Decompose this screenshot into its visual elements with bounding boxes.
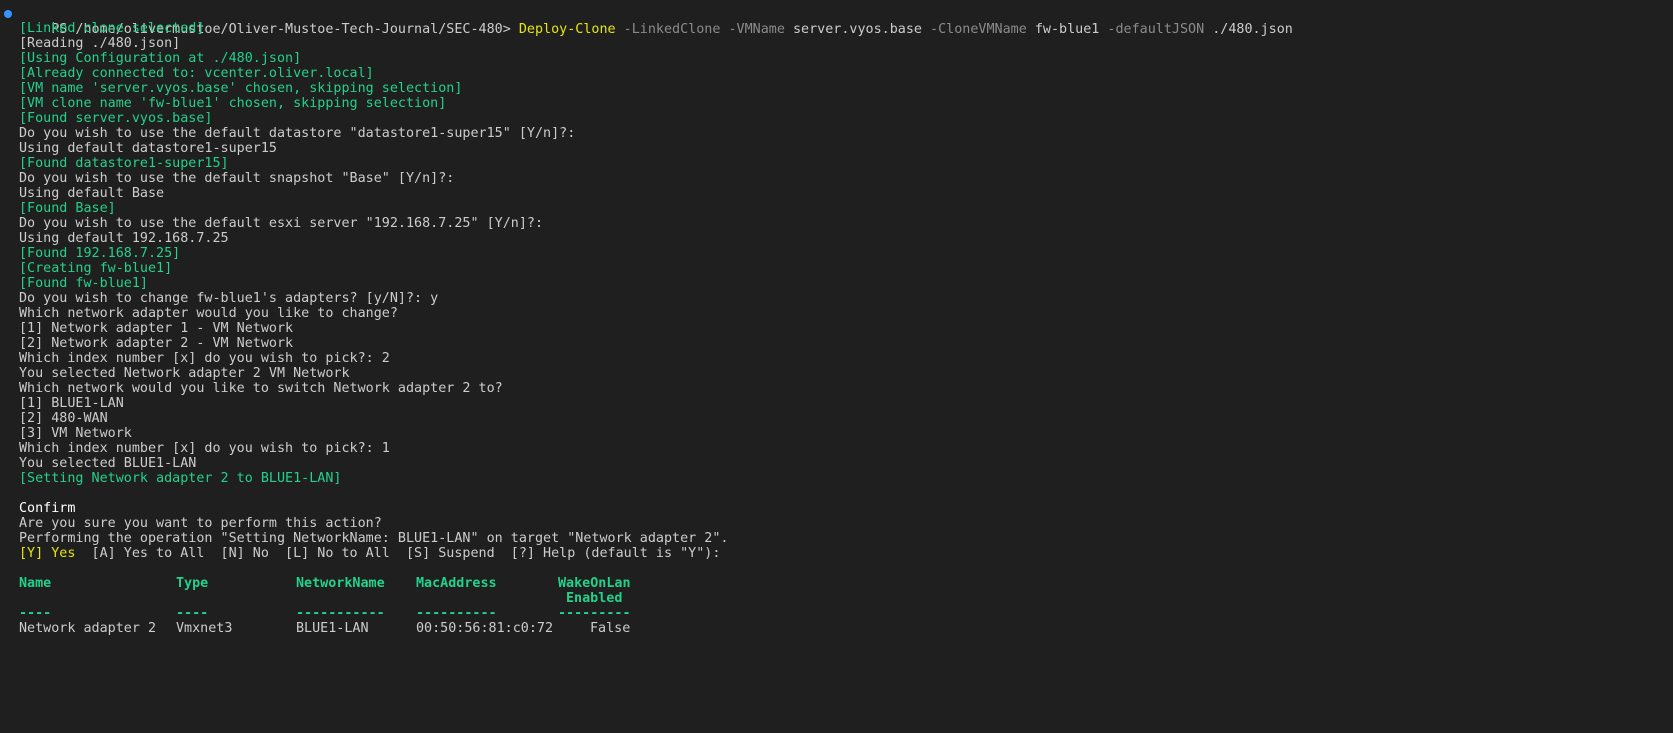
table-separator-networkname: -----------: [296, 606, 385, 621]
output-line: Performing the operation "Setting Networ…: [19, 531, 729, 546]
table-cell-macaddress: 00:50:56:81:c0:72: [416, 621, 554, 636]
output-line: [VM clone name 'fw-blue1' chosen, skippi…: [19, 96, 447, 111]
output-line: [1] BLUE1-LAN: [19, 396, 124, 411]
output-line: Which index number [x] do you wish to pi…: [19, 441, 390, 456]
confirm-other-choices: [A] Yes to All [N] No [L] No to All [S] …: [75, 546, 721, 561]
output-line: Do you wish to change fw-blue1's adapter…: [19, 291, 439, 306]
arg-flag: -VMName: [728, 22, 785, 37]
table-header: Name Type NetworkName MacAddress WakeOnL…: [19, 576, 719, 592]
confirm-yes-choice: [Y] Yes: [19, 546, 76, 561]
output-line: [Creating fw-blue1]: [19, 261, 173, 276]
table-header-continued: Enabled: [19, 591, 719, 607]
table-cell-networkname: BLUE1-LAN: [296, 621, 369, 636]
table-separator-macaddress: ----------: [416, 606, 497, 621]
arg-flag: -defaultJSON: [1107, 22, 1205, 37]
output-line: Confirm: [19, 501, 76, 516]
table-separator-wakeonlan: ---------: [558, 606, 631, 621]
output-line: [Reading ./480.json]: [19, 36, 181, 51]
table-header-wakeonlan: WakeOnLan: [558, 576, 631, 591]
table-cell-name: Network adapter 2: [19, 621, 157, 636]
table-header-macaddress: MacAddress: [416, 576, 497, 591]
command-line: PS /home/olivermustoe/Oliver-Mustoe-Tech…: [19, 6, 1293, 37]
output-line: [Found server.vyos.base]: [19, 111, 213, 126]
output-line: Using default Base: [19, 186, 165, 201]
table-separator: ---- ---- ----------- ---------- -------…: [19, 606, 719, 622]
table-cell-type: Vmxnet3: [176, 621, 233, 636]
command-name: Deploy-Clone: [518, 22, 616, 37]
output-line: Do you wish to use the default esxi serv…: [19, 216, 544, 231]
output-line: [Already connected to: vcenter.oliver.lo…: [19, 66, 374, 81]
terminal-panel[interactable]: PS /home/olivermustoe/Oliver-Mustoe-Tech…: [0, 0, 1673, 680]
confirm-choices: [Y] Yes [A] Yes to All [N] No [L] No to …: [19, 546, 720, 562]
output-line: Do you wish to use the default snapshot …: [19, 171, 455, 186]
output-line: Using default 192.168.7.25: [19, 231, 229, 246]
output-line: You selected Network adapter 2 VM Networ…: [19, 366, 350, 381]
output-line: [Found 192.168.7.25]: [19, 246, 181, 261]
arg-flag: -CloneVMName: [930, 22, 1027, 37]
output-line: Which network would you like to switch N…: [19, 381, 503, 396]
output-line: [2] Network adapter 2 - VM Network: [19, 336, 294, 351]
output-line: Do you wish to use the default datastore…: [19, 126, 576, 141]
output-line: [Using Configuration at ./480.json]: [19, 51, 302, 66]
output-line: [2] 480-WAN: [19, 411, 108, 426]
output-line: Which network adapter would you like to …: [19, 306, 398, 321]
output-line: [3] VM Network: [19, 426, 132, 441]
table-header-enabled: Enabled: [566, 591, 623, 606]
output-line: [Linked clone selected]: [19, 21, 205, 36]
arg-flag: -LinkedClone: [623, 22, 721, 37]
table-separator-type: ----: [176, 606, 209, 621]
output-line: [Found Base]: [19, 201, 116, 216]
arg-value: ./480.json: [1212, 22, 1293, 37]
arg-value: fw-blue1: [1034, 22, 1100, 37]
output-line: Which index number [x] do you wish to pi…: [19, 351, 390, 366]
output-line: [1] Network adapter 1 - VM Network: [19, 321, 294, 336]
output-line: Using default datastore1-super15: [19, 141, 277, 156]
table-separator-name: ----: [19, 606, 52, 621]
output-line: [Found datastore1-super15]: [19, 156, 229, 171]
table-row: Network adapter 2 Vmxnet3 BLUE1-LAN 00:5…: [19, 621, 719, 637]
arg-value: server.vyos.base: [792, 22, 922, 37]
output-line: [Found fw-blue1]: [19, 276, 148, 291]
table-header-name: Name: [19, 576, 52, 591]
output-line: Are you sure you want to perform this ac…: [19, 516, 382, 531]
output-line: [Setting Network adapter 2 to BLUE1-LAN]: [19, 471, 342, 486]
output-line: You selected BLUE1-LAN: [19, 456, 197, 471]
table-header-networkname: NetworkName: [296, 576, 385, 591]
output-line: [VM name 'server.vyos.base' chosen, skip…: [19, 81, 463, 96]
command-status-dot-icon[interactable]: [4, 10, 12, 18]
table-header-type: Type: [176, 576, 209, 591]
table-cell-wakeonlan: False: [590, 621, 631, 636]
